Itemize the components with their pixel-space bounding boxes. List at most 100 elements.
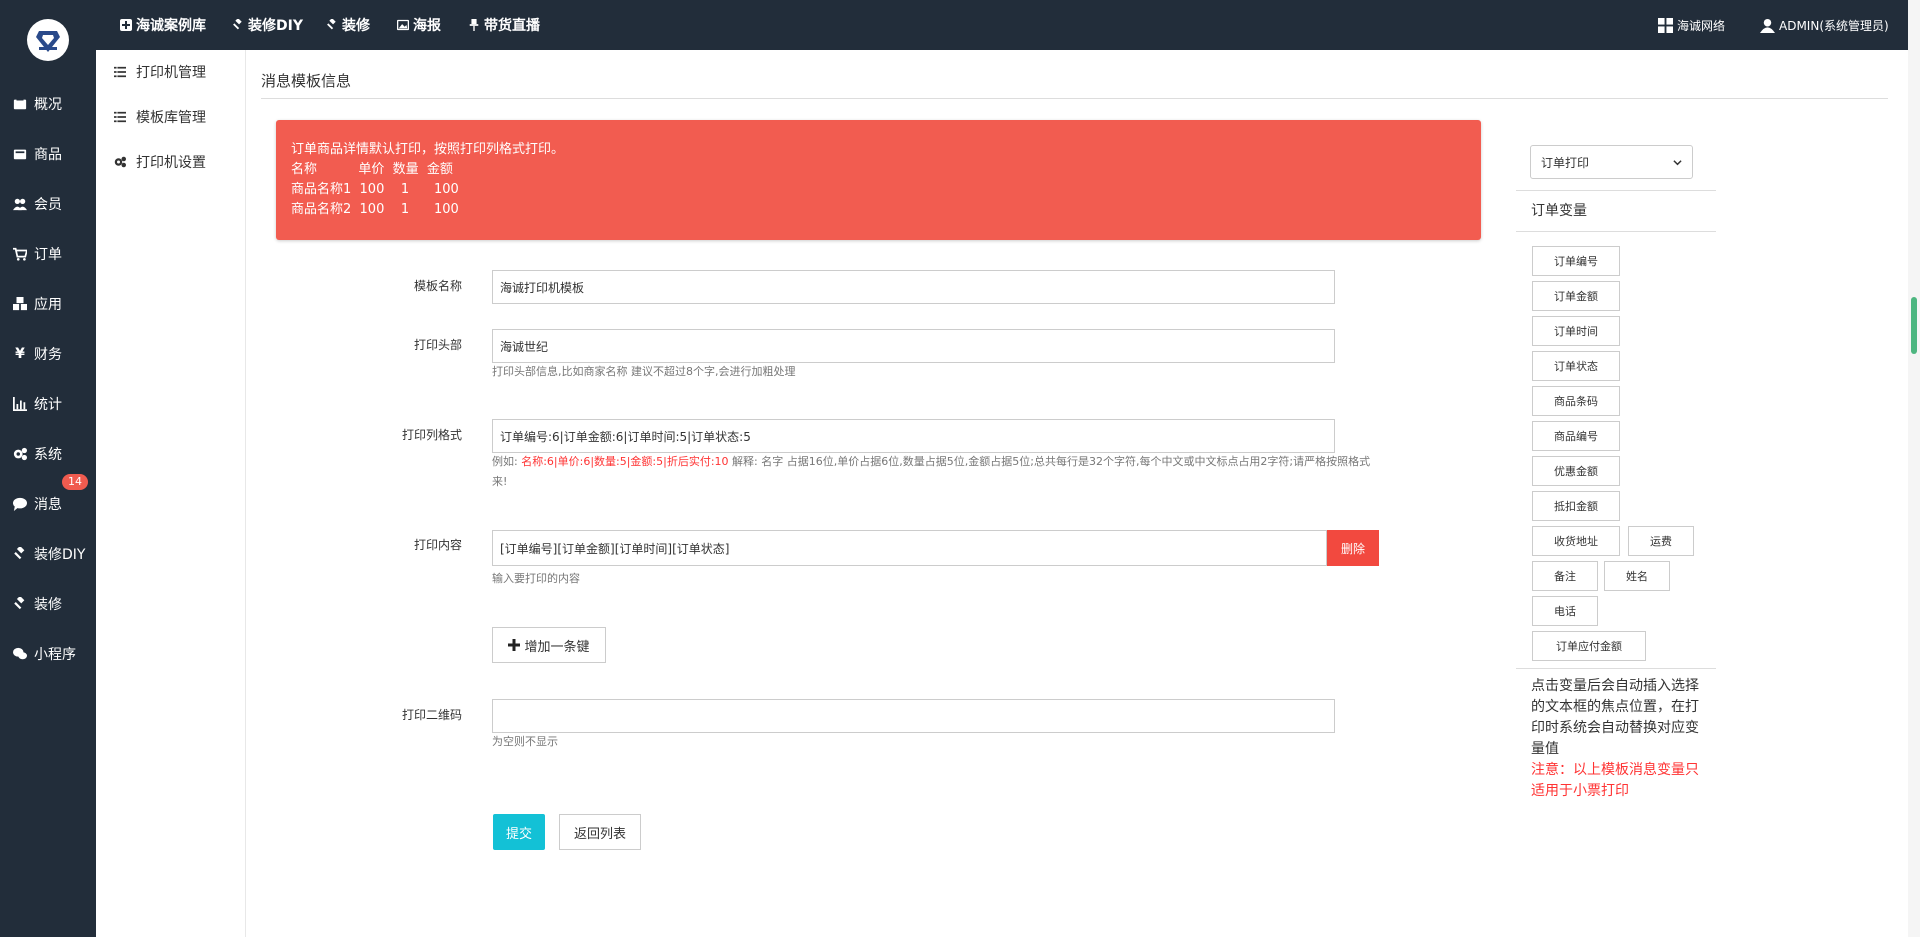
message-count-badge: 14 xyxy=(62,474,88,490)
alert-line: 名称 单价 数量 金额 xyxy=(291,162,453,177)
subnav-label: 打印机设置 xyxy=(136,155,206,171)
nav-item-decorate[interactable]: 装修 xyxy=(0,584,96,624)
user-icon xyxy=(1760,18,1775,33)
top-link-live-selling[interactable]: 带货直播 xyxy=(468,0,540,50)
top-link-label: 海报 xyxy=(413,18,441,34)
panel-divider xyxy=(1516,231,1716,232)
cubes-icon xyxy=(12,296,28,312)
nav-item-overview[interactable]: 概况 xyxy=(0,84,96,124)
nav-item-messages[interactable]: 消息 14 xyxy=(0,474,96,524)
print-header-label: 打印头部 xyxy=(413,338,462,352)
subnav-printer-settings[interactable]: 打印机设置 xyxy=(96,150,246,174)
nav-item-label: 系统 xyxy=(34,447,62,463)
nav-item-label: 小程序 xyxy=(34,647,76,663)
template-name-input[interactable]: 海诚打印机模板 xyxy=(492,270,1335,304)
top-bar: 海诚案例库 装修DIY 装修 海报 带货直播 海诚网络 ADMIN(系统管理员) xyxy=(96,0,1920,50)
nav-item-label: 统计 xyxy=(34,397,62,413)
top-link-company[interactable]: 海诚网络 xyxy=(1658,0,1725,50)
qrcode-input[interactable] xyxy=(492,699,1335,733)
nav-item-apps[interactable]: 应用 xyxy=(0,284,96,324)
top-link-label: 装修 xyxy=(342,18,370,34)
nav-item-decorate-diy[interactable]: 装修DIY xyxy=(0,534,96,574)
yen-icon: ¥ xyxy=(15,346,25,362)
variable-button[interactable]: 订单状态 xyxy=(1532,351,1620,381)
nav-item-statistics[interactable]: 统计 xyxy=(0,384,96,424)
subnav-template-library[interactable]: 模板库管理 xyxy=(96,105,246,129)
back-to-list-button[interactable]: 返回列表 xyxy=(559,814,641,850)
panel-divider xyxy=(1516,190,1716,191)
template-name-label: 模板名称 xyxy=(413,279,462,293)
top-link-label: 装修DIY xyxy=(248,18,303,34)
alert-line: 商品名称2 100 1 100 xyxy=(291,202,459,217)
variable-button[interactable]: 订单编号 xyxy=(1532,246,1620,276)
variable-button[interactable]: 订单应付金额 xyxy=(1532,631,1646,661)
page-scrollbar[interactable] xyxy=(1908,0,1920,937)
top-link-label: 带货直播 xyxy=(484,18,540,34)
image-icon xyxy=(397,19,409,31)
cart-icon xyxy=(12,246,28,262)
chart-icon xyxy=(12,396,28,412)
print-columns-input[interactable]: 订单编号:6|订单金额:6|订单时间:5|订单状态:5 xyxy=(492,419,1335,453)
variables-note: 点击变量后会自动插入选择的文本框的焦点位置，在打印时系统会自动替换对应变量值 xyxy=(1531,678,1699,757)
nav-item-goods[interactable]: 商品 xyxy=(0,134,96,174)
nav-item-miniprogram[interactable]: 小程序 xyxy=(0,634,96,674)
qrcode-label: 打印二维码 xyxy=(401,708,462,722)
print-content-input[interactable]: [订单编号][订单金额][订单时间][订单状态] xyxy=(492,530,1327,566)
variable-button[interactable]: 优惠金额 xyxy=(1532,456,1620,486)
variable-button[interactable]: 订单时间 xyxy=(1532,316,1620,346)
variables-warning: 注意：以上模板消息变量只适用于小票打印 xyxy=(1531,762,1699,799)
variable-button[interactable]: 收货地址 xyxy=(1532,526,1620,556)
variable-button[interactable]: 备注 xyxy=(1532,561,1598,591)
nav-item-orders[interactable]: 订单 xyxy=(0,234,96,274)
panel-divider xyxy=(1516,668,1716,669)
select-value: 订单打印 xyxy=(1541,155,1590,170)
top-link-decorate[interactable]: 装修 xyxy=(326,0,370,50)
nav-item-system[interactable]: 系统 xyxy=(0,434,96,474)
variable-button[interactable]: 运费 xyxy=(1628,526,1694,556)
logo[interactable] xyxy=(27,19,69,61)
nav-item-finance[interactable]: ¥ 财务 xyxy=(0,334,96,374)
list-icon xyxy=(114,66,126,78)
wechat-icon xyxy=(12,646,28,662)
gears-icon xyxy=(114,156,126,168)
chevron-down-icon xyxy=(1673,159,1682,165)
add-key-button[interactable]: 增加一条键 xyxy=(492,627,606,663)
gavel-icon xyxy=(12,546,28,562)
windows-icon xyxy=(1658,17,1673,33)
top-link-decorate-diy[interactable]: 装修DIY xyxy=(232,0,303,50)
variable-button[interactable]: 商品条码 xyxy=(1532,386,1620,416)
print-header-input[interactable]: 海诚世纪 xyxy=(492,329,1335,363)
gavel-icon xyxy=(12,596,28,612)
user-menu[interactable]: ADMIN(系统管理员) xyxy=(1760,0,1889,50)
top-link-case-library[interactable]: 海诚案例库 xyxy=(120,0,206,50)
title-divider xyxy=(261,98,1888,99)
variable-button[interactable]: 电话 xyxy=(1532,596,1598,626)
box-icon xyxy=(12,146,28,162)
scrollbar-thumb[interactable] xyxy=(1911,297,1917,354)
template-type-select[interactable]: 订单打印 xyxy=(1530,145,1693,179)
gavel-icon xyxy=(233,19,242,30)
variable-button[interactable]: 订单金额 xyxy=(1532,281,1620,311)
add-key-label: 增加一条键 xyxy=(524,639,590,655)
top-link-poster[interactable]: 海报 xyxy=(397,0,441,50)
building-icon xyxy=(12,96,28,112)
variable-button[interactable]: 抵扣金额 xyxy=(1532,491,1620,521)
nav-item-label: 订单 xyxy=(34,247,62,263)
nav-item-members[interactable]: 会员 xyxy=(0,184,96,224)
print-columns-help: 例如: 名称:6|单价:6|数量:5|金额:5|折后实付:10 解释: 名字 占… xyxy=(492,452,1377,492)
nav-item-label: 应用 xyxy=(34,297,62,313)
subnav-printer-management[interactable]: 打印机管理 xyxy=(96,60,246,84)
nav-item-label: 财务 xyxy=(34,347,62,363)
nav-item-label: 消息 xyxy=(34,497,62,513)
subnav-label: 模板库管理 xyxy=(136,110,206,126)
delete-button[interactable]: 删除 xyxy=(1327,530,1379,566)
left-sidebar: 概况 商品 会员 订单 应用 ¥ 财务 统计 系统 消息 14 装修DIY 装修 xyxy=(0,0,96,937)
variable-button[interactable]: 姓名 xyxy=(1604,561,1670,591)
alert-line: 商品名称1 100 1 100 xyxy=(291,182,459,197)
plus-icon xyxy=(508,639,521,651)
nav-item-label: 装修 xyxy=(34,597,62,613)
print-columns-label: 打印列格式 xyxy=(401,428,462,442)
pushpin-icon xyxy=(469,19,479,31)
submit-button[interactable]: 提交 xyxy=(493,814,545,850)
variable-button[interactable]: 商品编号 xyxy=(1532,421,1620,451)
